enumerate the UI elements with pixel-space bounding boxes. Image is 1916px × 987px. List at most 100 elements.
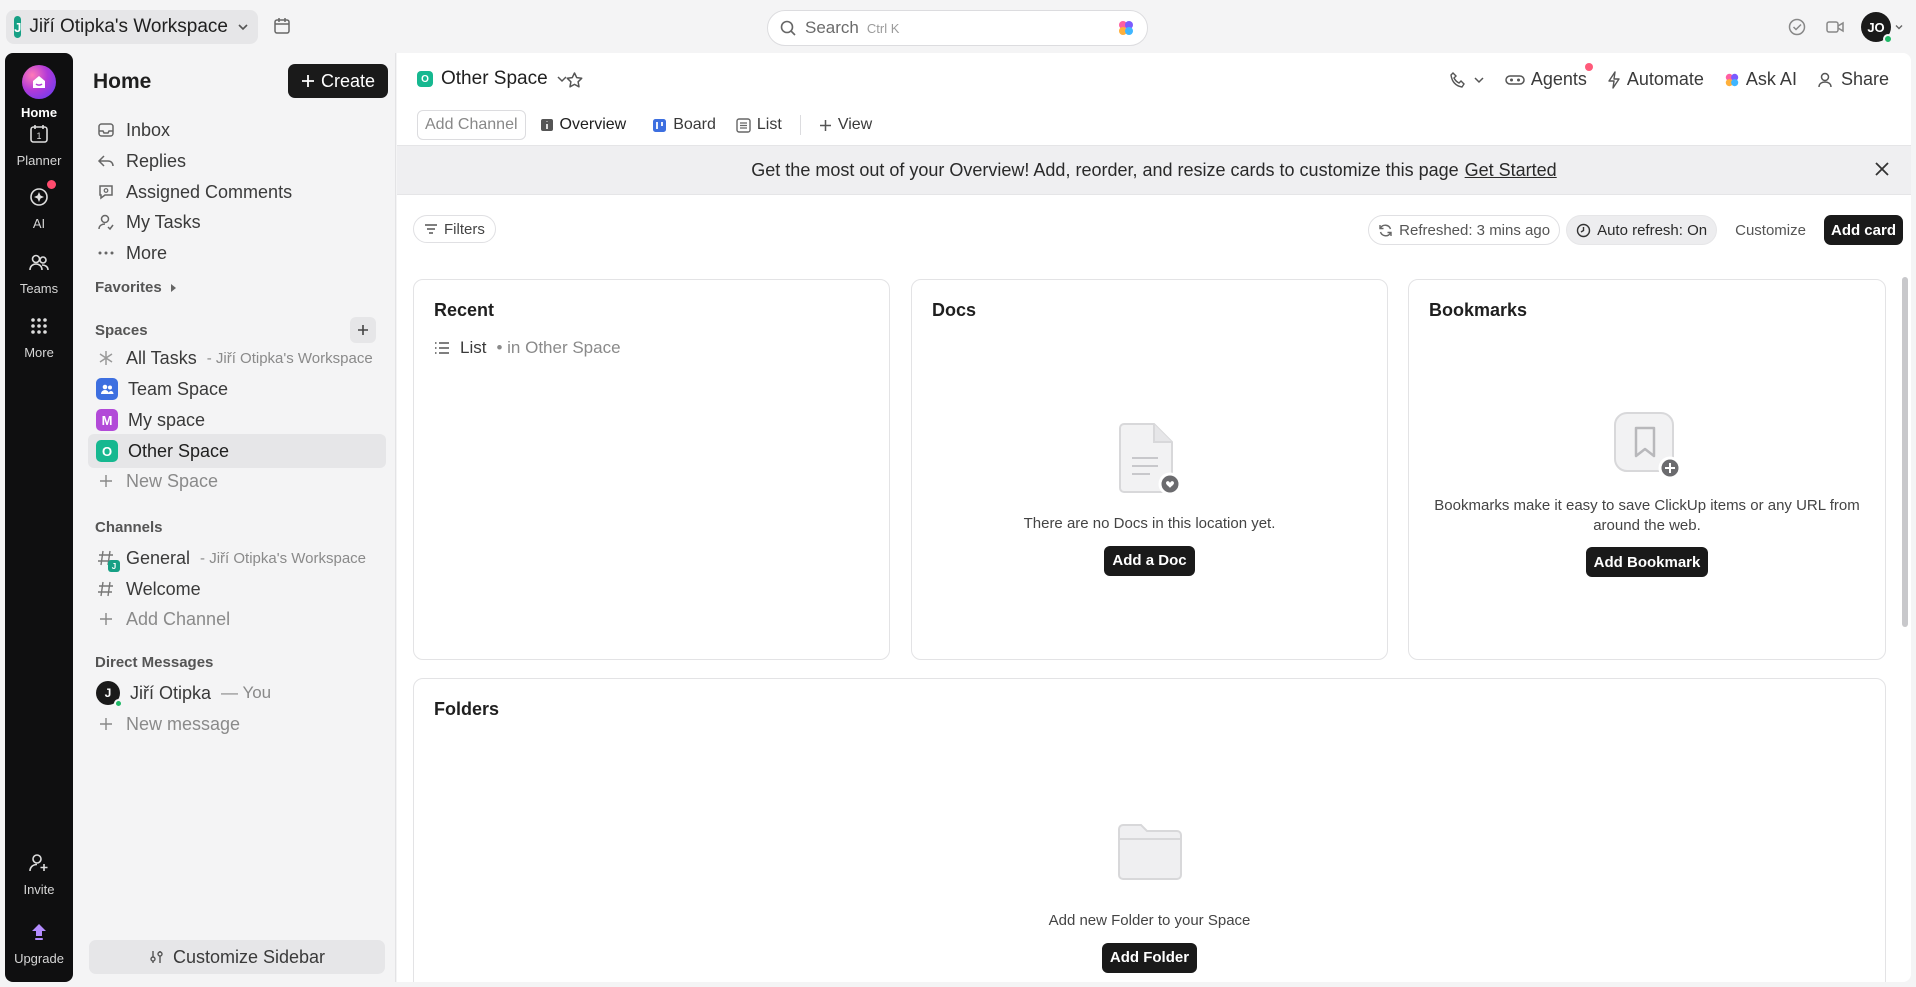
sidebar-item-inbox[interactable]: Inbox [88,113,386,147]
sidebar-item-sub: - Jiří Otipka's Workspace [200,549,367,567]
add-folder-button[interactable]: Add Folder [1101,942,1198,973]
auto-refresh-toggle[interactable]: Auto refresh: On [1566,215,1718,245]
sidebar-item-all-tasks[interactable]: All Tasks - Jiří Otipka's Workspace [88,341,386,375]
share-button[interactable]: Share [1817,69,1889,90]
sidebar-item-sub: - Jiří Otipka's Workspace [206,349,373,367]
empty-message: Bookmarks make it easy to save ClickUp i… [1434,497,1860,534]
sidebar-item-my-space[interactable]: M My space [88,403,386,437]
add-doc-button[interactable]: Add a Doc [1104,545,1195,576]
refresh-button[interactable]: Refreshed: 3 mins ago [1368,215,1561,245]
recent-item-location: • in Other Space [496,338,621,357]
add-view-button[interactable]: View [813,108,878,142]
automate-button[interactable]: Automate [1607,69,1704,90]
rail-item-home[interactable]: Home [5,65,73,120]
scrollbar[interactable] [1901,267,1909,982]
clock-icon [1576,223,1591,238]
rail-item-planner[interactable]: 1 Planner [5,121,73,168]
workspace-badge: J [108,560,120,572]
customize-button[interactable]: Customize [1723,222,1818,239]
new-space-button[interactable]: New Space [88,464,386,498]
call-button[interactable] [1449,71,1485,89]
add-card-button[interactable]: Add card [1823,215,1903,245]
bookmark-icon [1612,410,1682,480]
docs-card: Docs There are no Docs in this location … [911,279,1388,660]
favorites-section[interactable]: Favorites [95,279,178,296]
phone-icon [1449,71,1467,89]
card-title: Bookmarks [1429,300,1528,320]
ask-ai-button[interactable]: Ask AI [1724,69,1797,90]
onboarding-banner: Get the most out of your Overview! Add, … [397,145,1911,195]
grid-icon [26,313,52,339]
user-menu[interactable]: JO [1861,12,1904,44]
rail-item-more[interactable]: More [5,313,73,360]
asterisk-icon [96,348,116,368]
space-avatar: M [96,409,118,431]
star-icon[interactable] [565,71,584,90]
sidebar-item-label: Assigned Comments [126,181,293,202]
space-switcher[interactable]: O Other Space [417,68,568,90]
create-button[interactable]: Create [288,64,388,98]
card-title: Recent [434,300,495,320]
banner-text: Get the most out of your Overview! Add, … [751,159,1459,180]
video-icon[interactable] [1823,15,1847,39]
sidebar-item-welcome-channel[interactable]: Welcome [88,572,386,606]
ai-sparkle-icon[interactable] [1117,19,1135,37]
add-channel-button[interactable]: Add Channel [88,602,386,636]
add-channel-tab-button[interactable]: Add Channel [417,110,526,140]
online-status-dot [1883,34,1893,44]
avatar: J [96,681,123,708]
sidebar-item-label: Jiří Otipka [130,682,212,703]
sidebar-title: Home [93,70,152,93]
plus-icon [819,119,832,132]
folders-empty-state: Add new Folder to your Space Add Folder [414,819,1885,973]
card-title: Docs [932,300,977,320]
filter-icon [424,223,438,235]
task-check-icon[interactable] [1785,15,1809,39]
calendar-icon[interactable] [272,16,294,38]
sidebar-item-assigned-comments[interactable]: Assigned Comments [88,175,386,209]
share-icon [1817,71,1835,89]
tab-label: Overview [559,116,627,133]
reply-icon [96,151,116,171]
new-message-button[interactable]: New message [88,707,386,741]
recent-card: Recent List • in Other Space [413,279,890,660]
add-space-button[interactable] [350,317,376,343]
sidebar-item-replies[interactable]: Replies [88,144,386,178]
avatar-initial: J [104,686,112,700]
rail-item-upgrade[interactable]: Upgrade [5,919,73,966]
tab-board[interactable]: Board [646,108,722,142]
tab-overview[interactable]: Overview [533,108,633,148]
rail-item-ai[interactable]: AI [5,180,73,231]
sidebar-item-general-channel[interactable]: J General - Jiří Otipka's Workspace [88,541,386,575]
sidebar-item-team-space[interactable]: Team Space [88,372,386,406]
sidebar-item-dm-self[interactable]: J Jiří Otipka — You [88,676,386,710]
search-bar[interactable]: Search Ctrl K [767,10,1148,46]
sidebar-item-more[interactable]: More [88,236,386,270]
refresh-icon [1378,223,1393,238]
workspace-switcher[interactable]: J Jiří Otipka's Workspace [6,10,258,44]
filters-button[interactable]: Filters [413,215,496,243]
rail-item-invite[interactable]: Invite [5,850,73,897]
recent-item[interactable]: List • in Other Space [434,338,621,358]
customize-sidebar-button[interactable]: Customize Sidebar [89,940,385,974]
caret-right-icon [170,283,178,293]
sidebar-item-label: New message [126,713,241,734]
team-space-icon [96,378,118,400]
plus-icon [96,714,116,734]
avatar-initials: JO [1867,19,1885,35]
tab-list[interactable]: List [730,108,788,142]
scrollbar-thumb[interactable] [1902,277,1908,627]
add-bookmark-button[interactable]: Add Bookmark [1585,547,1709,577]
chevron-down-icon [1894,22,1904,32]
close-icon[interactable] [1873,160,1891,178]
sidebar-item-label: Other Space [128,440,230,461]
agents-button[interactable]: Agents [1505,63,1593,90]
sidebar-item-my-tasks[interactable]: My Tasks [88,205,386,239]
left-rail: Home 1 Planner AI Teams More Invite Upgr… [5,53,73,982]
teams-icon [26,249,52,275]
section-label: Direct Messages [95,654,214,671]
rail-label: Teams [19,281,59,296]
sidebar-item-other-space[interactable]: O Other Space [88,434,386,468]
rail-item-teams[interactable]: Teams [5,249,73,296]
get-started-link[interactable]: Get Started [1465,160,1557,181]
